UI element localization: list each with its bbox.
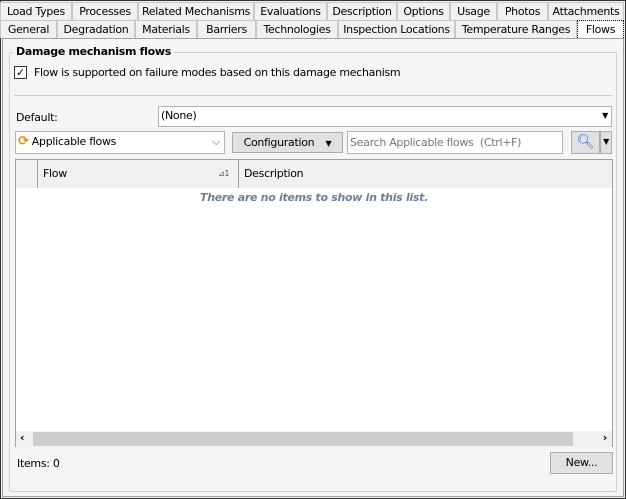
view-selector[interactable]: ⟳ Applicable flows ⌵ — [15, 131, 225, 154]
sort-order: 1 — [224, 169, 230, 178]
tab-materials[interactable]: Materials — [135, 20, 197, 38]
tab-evaluations[interactable]: Evaluations — [254, 2, 327, 20]
checkbox-label: Flow is supported on failure modes based… — [34, 66, 401, 79]
search-options-dropdown[interactable]: ▼ — [600, 131, 612, 154]
column-header-flow[interactable]: Flow — [43, 167, 67, 180]
chevron-down-icon: ⌵ — [211, 135, 220, 148]
scroll-right-icon[interactable]: › — [603, 431, 608, 444]
new-button[interactable]: New... — [550, 452, 613, 474]
group-title: Damage mechanism flows — [13, 45, 174, 58]
separator — [14, 95, 613, 96]
tab-photos[interactable]: Photos — [497, 2, 548, 20]
flows-grid: Flow ⊿1 Description There are no items t… — [15, 159, 613, 447]
tab-temperature-ranges[interactable]: Temperature Ranges — [455, 20, 577, 38]
chevron-down-icon: ▼ — [325, 139, 332, 148]
empty-list-message: There are no items to show in this list. — [200, 191, 428, 204]
view-label: Applicable flows — [31, 135, 117, 148]
scroll-left-icon[interactable]: ‹ — [20, 431, 25, 444]
default-combo[interactable]: (None) ▼ — [158, 106, 612, 127]
chevron-down-icon: ▼ — [602, 111, 608, 120]
items-count: Items: 0 — [17, 457, 60, 470]
search-button[interactable]: 🔍︎ — [571, 131, 600, 154]
tab-description[interactable]: Description — [327, 2, 397, 20]
search-input[interactable] — [347, 131, 563, 154]
tab-processes[interactable]: Processes — [72, 2, 138, 20]
flow-supported-checkbox[interactable]: ✓ — [14, 66, 27, 79]
flows-panel: Damage mechanism flows ✓ Flow is support… — [2, 38, 624, 497]
sort-ascending-icon: ⊿1 — [218, 169, 230, 178]
horizontal-scrollbar[interactable]: ‹ › — [16, 431, 612, 447]
flows-icon: ⟳ — [18, 134, 29, 149]
default-value: (None) — [161, 109, 197, 122]
tab-usage[interactable]: Usage — [450, 2, 497, 20]
tab-flows[interactable]: Flows — [577, 20, 624, 38]
tab-options[interactable]: Options — [397, 2, 450, 20]
column-divider — [238, 160, 239, 188]
tab-degradation[interactable]: Degradation — [57, 20, 135, 38]
tab-technologies[interactable]: Technologies — [256, 20, 338, 38]
tab-general[interactable]: General — [0, 20, 57, 38]
column-header-description[interactable]: Description — [244, 167, 304, 180]
column-divider — [37, 160, 38, 188]
scrollbar-thumb[interactable] — [33, 432, 573, 446]
tab-related-mechanisms[interactable]: Related Mechanisms — [138, 2, 254, 20]
tab-barriers[interactable]: Barriers — [197, 20, 256, 38]
configuration-button[interactable]: Configuration ▼ — [232, 132, 343, 153]
tab-attachments[interactable]: Attachments — [548, 2, 624, 20]
tab-load-types[interactable]: Load Types — [0, 2, 72, 20]
search-icon: 🔍︎ — [576, 134, 595, 150]
default-label: Default: — [16, 111, 58, 124]
grid-header — [16, 160, 612, 188]
chevron-down-icon: ▼ — [603, 137, 609, 146]
configuration-label: Configuration — [243, 136, 315, 149]
tab-inspection-locations[interactable]: Inspection Locations — [338, 20, 455, 38]
